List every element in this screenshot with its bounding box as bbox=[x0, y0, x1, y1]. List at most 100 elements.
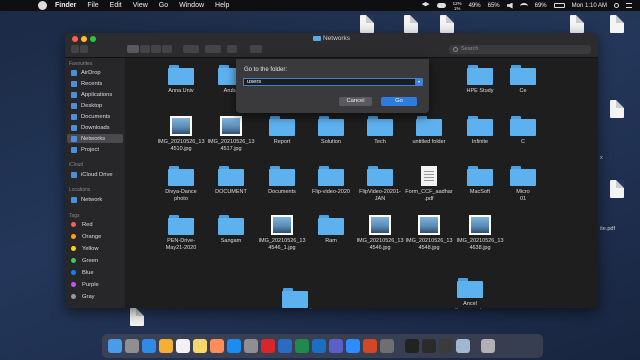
sidebar-item-icloud-drive[interactable]: iCloud Drive bbox=[71, 170, 123, 179]
speaker-icon[interactable] bbox=[506, 2, 513, 9]
tag-dot bbox=[71, 222, 76, 227]
image-thumbnail bbox=[369, 215, 391, 235]
sidebar-tag-yellow[interactable]: Yellow bbox=[71, 244, 123, 253]
go-button[interactable]: Go bbox=[381, 97, 417, 106]
folder-icon bbox=[282, 288, 308, 308]
excel-icon[interactable] bbox=[295, 339, 309, 353]
disk-stat[interactable]: 49% bbox=[469, 3, 481, 9]
search-icon bbox=[453, 47, 458, 52]
sidebar-tag-green[interactable]: Green bbox=[71, 256, 123, 265]
sidebar-item-network[interactable]: Network bbox=[71, 195, 123, 204]
folder-icon bbox=[269, 166, 295, 186]
sidebar-item-networks[interactable]: Networks bbox=[67, 134, 123, 143]
sidebar-tag-red[interactable]: Red bbox=[71, 220, 123, 229]
action-button[interactable] bbox=[205, 45, 221, 53]
tag-button[interactable] bbox=[250, 45, 262, 53]
screen-icon[interactable] bbox=[422, 339, 436, 353]
quicktime-icon[interactable] bbox=[439, 339, 453, 353]
menu-view[interactable]: View bbox=[133, 2, 148, 9]
menu-edit[interactable]: Edit bbox=[110, 2, 122, 9]
title-bar: Networks Search bbox=[65, 33, 598, 58]
search-input[interactable]: Search bbox=[449, 45, 591, 54]
zoom-icon[interactable] bbox=[346, 339, 360, 353]
battery-percent[interactable]: 69% bbox=[535, 3, 547, 9]
appstore-icon[interactable] bbox=[227, 339, 241, 353]
tag-dot bbox=[71, 294, 76, 299]
desktop-file[interactable] bbox=[130, 308, 144, 326]
acrobat-icon[interactable] bbox=[261, 339, 275, 353]
folder-item[interactable]: Ce bbox=[493, 65, 553, 95]
dropbox-icon[interactable] bbox=[421, 2, 430, 7]
settings-icon[interactable] bbox=[380, 339, 394, 353]
chevron-down-icon[interactable] bbox=[416, 78, 423, 86]
sidebar-tag-orange[interactable]: Orange bbox=[71, 232, 123, 241]
battery-icon[interactable] bbox=[553, 3, 565, 8]
desktop-file[interactable] bbox=[404, 15, 418, 33]
file-label: Ce bbox=[519, 88, 527, 94]
word-icon[interactable] bbox=[278, 339, 292, 353]
finder-icon[interactable] bbox=[108, 339, 122, 353]
cloud-icon[interactable] bbox=[436, 3, 446, 8]
desktop-file[interactable] bbox=[570, 15, 584, 33]
desktop-file[interactable] bbox=[610, 15, 624, 33]
powerpoint-icon[interactable] bbox=[363, 339, 377, 353]
menu-go[interactable]: Go bbox=[159, 2, 168, 9]
sidebar-tag-blue[interactable]: Blue bbox=[71, 268, 123, 277]
menu-finder[interactable]: Finder bbox=[55, 2, 76, 9]
image-file-item[interactable]: IMG_20210526_13 4638.jpg bbox=[450, 215, 510, 251]
trash-icon[interactable] bbox=[481, 339, 495, 353]
folder-item[interactable]: Ancel bbox=[440, 278, 500, 308]
list-view-button[interactable] bbox=[140, 45, 150, 53]
folder-path-input[interactable]: users bbox=[243, 78, 416, 86]
sidebar-tag-purple[interactable]: Purple bbox=[71, 280, 123, 289]
folder-item[interactable]: C bbox=[493, 116, 553, 146]
apple-menu-icon[interactable] bbox=[38, 1, 47, 10]
image-thumbnail bbox=[170, 116, 192, 136]
ram-stat[interactable]: 65% bbox=[488, 3, 500, 9]
folder-item[interactable] bbox=[265, 288, 325, 308]
chrome-icon[interactable] bbox=[159, 339, 173, 353]
sidebar-item-documents[interactable]: Documents bbox=[71, 112, 123, 121]
folder-icon bbox=[218, 215, 244, 235]
group-button[interactable] bbox=[183, 45, 199, 53]
wifi-icon[interactable] bbox=[519, 2, 528, 9]
share-button[interactable] bbox=[227, 45, 237, 53]
sidebar-tag-gray[interactable]: Gray bbox=[71, 292, 123, 301]
icon-view-button[interactable] bbox=[127, 45, 139, 53]
menu-window[interactable]: Window bbox=[179, 2, 204, 9]
desktop-file[interactable] bbox=[360, 15, 374, 33]
forward-button[interactable] bbox=[80, 45, 88, 53]
sidebar-item-airdrop[interactable]: AirDrop bbox=[71, 68, 123, 77]
search-icon[interactable] bbox=[614, 3, 619, 8]
gallery-view-button[interactable] bbox=[162, 45, 172, 53]
preferences-icon[interactable] bbox=[244, 339, 258, 353]
control-center-icon[interactable] bbox=[626, 3, 632, 8]
sidebar-item-downloads[interactable]: Downloads bbox=[71, 123, 123, 132]
preview-icon[interactable] bbox=[456, 339, 470, 353]
sidebar-item-recents[interactable]: Recents bbox=[71, 79, 123, 88]
menu-help[interactable]: Help bbox=[215, 2, 229, 9]
cpu-stat[interactable]: 12% 1% bbox=[453, 1, 462, 11]
teams-icon[interactable] bbox=[329, 339, 343, 353]
sidebar-item-applications[interactable]: Applications bbox=[71, 90, 123, 99]
folder-item[interactable]: Micro 01 bbox=[493, 166, 553, 202]
clock-icon bbox=[71, 80, 77, 87]
back-button[interactable] bbox=[71, 45, 79, 53]
cancel-button[interactable]: Cancel bbox=[339, 97, 372, 106]
desktop-file[interactable] bbox=[440, 15, 454, 33]
sidebar-item-project[interactable]: Project bbox=[71, 145, 123, 154]
column-view-button[interactable] bbox=[151, 45, 161, 53]
desktop-file[interactable] bbox=[610, 100, 624, 118]
terminal-icon[interactable] bbox=[405, 339, 419, 353]
folder-icon bbox=[510, 166, 536, 186]
calendar-icon[interactable] bbox=[176, 339, 190, 353]
clock[interactable]: Mon 1:10 AM bbox=[572, 3, 607, 9]
launchpad-icon[interactable] bbox=[125, 339, 139, 353]
notes-icon[interactable] bbox=[193, 339, 207, 353]
safari-icon[interactable] bbox=[142, 339, 156, 353]
desktop-file[interactable] bbox=[610, 180, 624, 198]
outlook-icon[interactable] bbox=[312, 339, 326, 353]
menu-file[interactable]: File bbox=[87, 2, 98, 9]
photos-icon[interactable] bbox=[210, 339, 224, 353]
sidebar-item-desktop[interactable]: Desktop bbox=[71, 101, 123, 110]
